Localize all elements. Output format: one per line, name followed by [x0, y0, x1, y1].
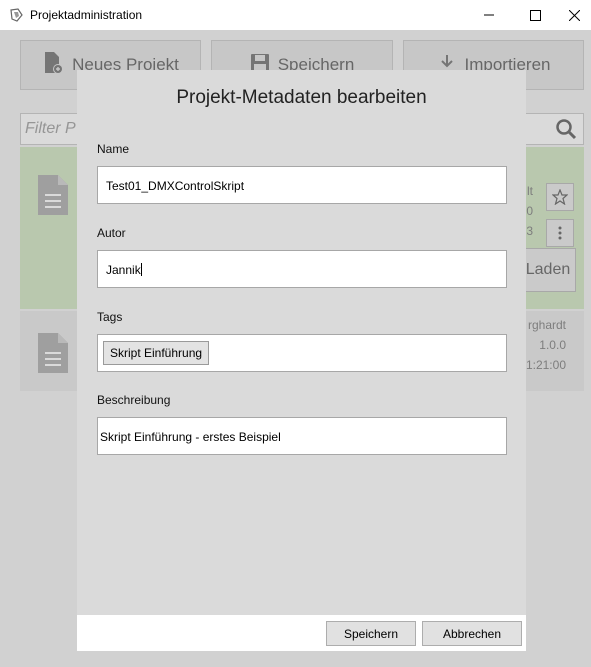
minimize-icon [484, 14, 494, 16]
text-caret [140, 263, 142, 276]
minimize-button[interactable] [466, 0, 512, 30]
name-field[interactable]: Test01_DMXControlSkript [97, 166, 507, 204]
name-value: Test01_DMXControlSkript [106, 179, 245, 193]
description-value: Skript Einführung - erstes Beispiel [100, 430, 281, 444]
author-value: Jannik [106, 263, 141, 277]
window-title: Projektadministration [30, 8, 143, 22]
tag-chip[interactable]: Skript Einführung [103, 341, 210, 365]
dialog-footer: Speichern Abbrechen [77, 615, 526, 651]
maximize-icon [529, 9, 541, 21]
close-icon [568, 9, 580, 21]
author-value-wrap: Jannik [106, 263, 142, 277]
tags-field[interactable]: Skript Einführung [97, 334, 507, 372]
edit-metadata-dialog: Projekt-Metadaten bearbeiten Name Test01… [77, 70, 526, 651]
description-label: Beschreibung [97, 393, 171, 407]
cancel-button[interactable]: Abbrechen [422, 621, 522, 646]
save-button[interactable]: Speichern [326, 621, 416, 646]
tags-label: Tags [97, 310, 123, 324]
dialog-title: Projekt-Metadaten bearbeiten [176, 87, 427, 108]
description-field[interactable]: Skript Einführung - erstes Beispiel [97, 417, 507, 455]
author-field[interactable]: Jannik [97, 250, 507, 288]
maximize-button[interactable] [512, 0, 558, 30]
name-label: Name [97, 142, 130, 156]
author-label: Autor [97, 226, 126, 240]
close-window-button[interactable] [557, 0, 591, 30]
title-bar: Projektadministration [0, 0, 591, 30]
app-icon [8, 7, 24, 23]
